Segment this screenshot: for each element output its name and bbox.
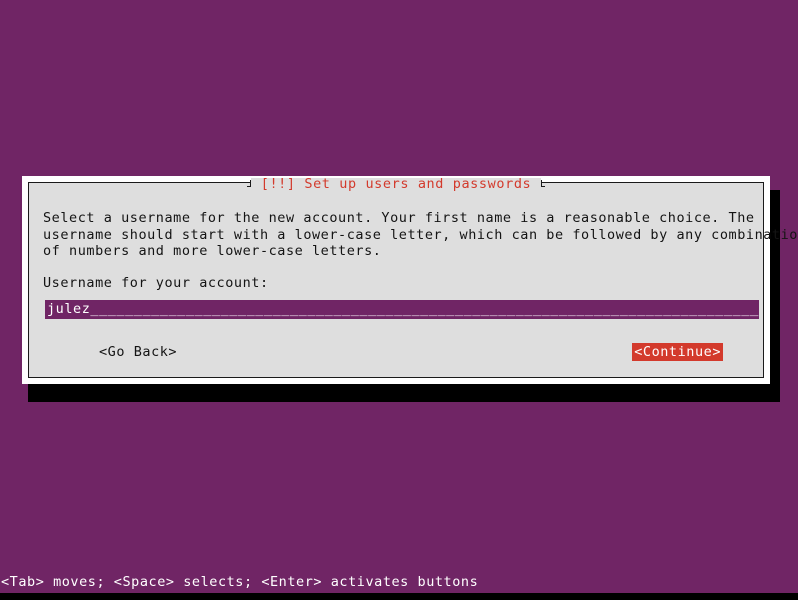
dialog-body: Select a username for the new account. Y… — [29, 183, 798, 377]
bottom-black-strip — [0, 593, 798, 600]
status-bar-hint: <Tab> moves; <Space> selects; <Enter> ac… — [0, 572, 798, 593]
username-input[interactable]: julez___________________________________… — [45, 300, 759, 319]
go-back-button[interactable]: <Go Back> — [97, 343, 179, 361]
setup-users-dialog: [!!] Set up users and passwords Select a… — [22, 176, 798, 384]
description-line-1: Select a username for the new account. Y… — [43, 210, 755, 226]
description-line-2: username should start with a lower-case … — [43, 226, 798, 243]
continue-button[interactable]: <Continue> — [632, 343, 723, 361]
dialog-button-row: <Go Back> <Continue> — [43, 343, 749, 363]
username-field-label: Username for your account: — [43, 274, 269, 291]
dialog-inner-frame: [!!] Set up users and passwords Select a… — [28, 177, 798, 378]
description-line-3: of numbers and more lower-case letters. — [43, 243, 382, 259]
